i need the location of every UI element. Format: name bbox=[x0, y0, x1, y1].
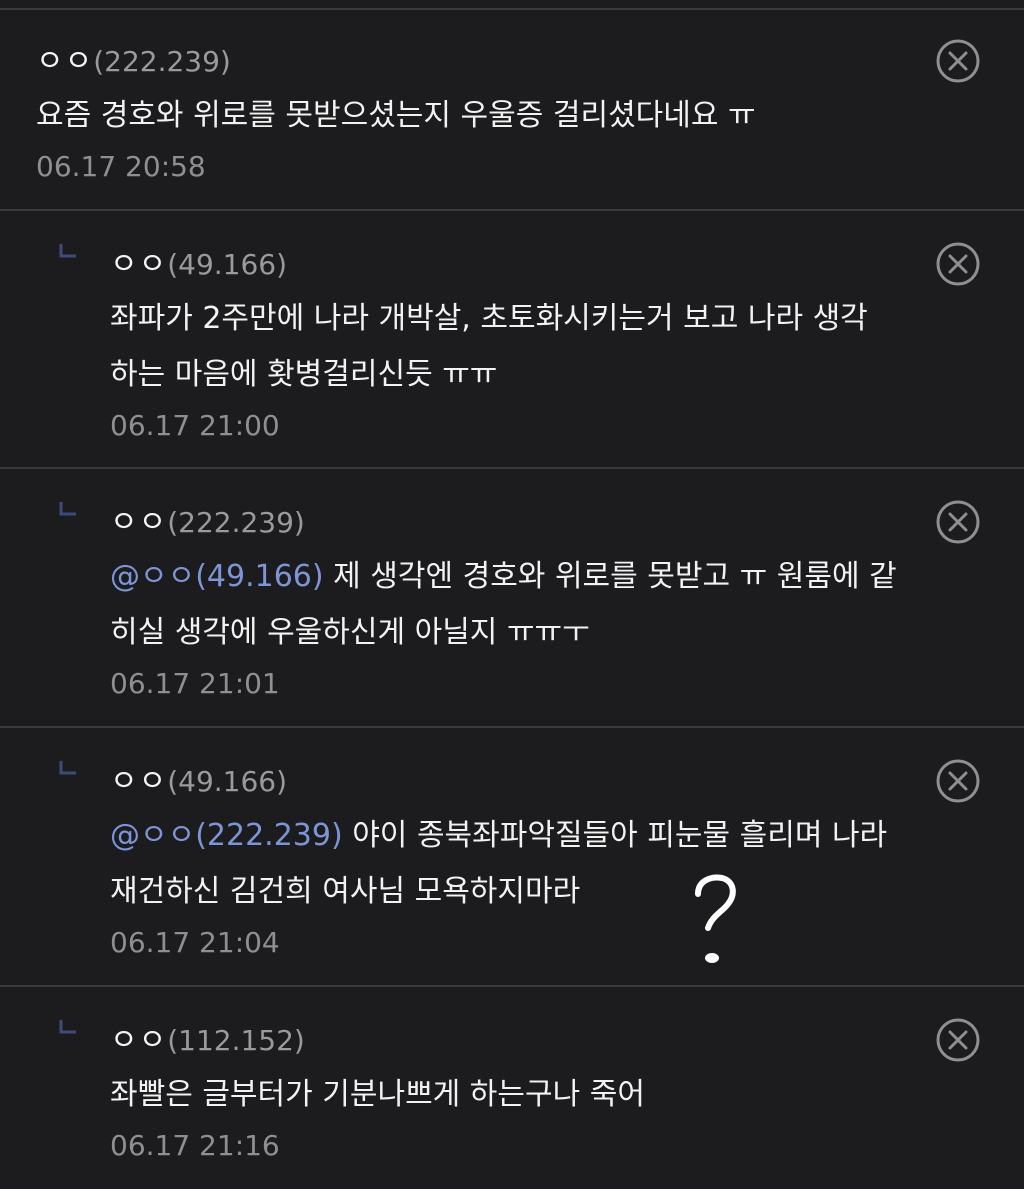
author-name: ㅇㅇ bbox=[36, 44, 94, 79]
delete-comment-button[interactable] bbox=[935, 38, 981, 84]
delete-comment-button[interactable] bbox=[935, 241, 981, 287]
comment-timestamp: 06.17 21:16 bbox=[110, 1129, 280, 1162]
reply-arrow-icon bbox=[59, 244, 76, 258]
comment-text-line-1: 요즘 경호와 위로를 못받으셨는지 우울증 걸리셨다네요 ㅠ bbox=[36, 98, 756, 133]
author-name: ㅇㅇ bbox=[110, 247, 168, 282]
mention-link[interactable]: @ㅇㅇ(49.166) bbox=[110, 559, 324, 594]
delete-comment-button[interactable] bbox=[935, 499, 981, 545]
comment-author: ㅇㅇ (222.239) bbox=[36, 36, 231, 80]
comment-reply-item: ㅇㅇ (222.239) @ㅇㅇ(49.166) 제 생각엔 경호와 위로를 못… bbox=[0, 469, 1024, 728]
close-circle-icon bbox=[936, 39, 980, 83]
comment-text-line-1: @ㅇㅇ(49.166) 제 생각엔 경호와 위로를 못받고 ㅠ 원룸에 같 bbox=[110, 549, 897, 605]
comment-timestamp: 06.17 21:04 bbox=[110, 926, 280, 959]
question-mark-scribble-icon bbox=[695, 874, 736, 963]
comment-text: 좌파가 2주만에 나라 개박살, 초토화시키는거 보고 나라 생각 하는 마음에… bbox=[110, 291, 868, 403]
author-name: ㅇㅇ bbox=[110, 505, 168, 540]
author-name: ㅇㅇ bbox=[110, 764, 168, 799]
close-circle-icon bbox=[936, 1018, 980, 1062]
comment-text: @ㅇㅇ(222.239) 야이 종북좌파악질들아 피눈물 흘리며 나라 재건하신… bbox=[110, 808, 887, 920]
comment-text-line-2: 히실 생각에 우울하신게 아닐지 ㅠㅠㅜ bbox=[110, 615, 590, 650]
reply-arrow-icon bbox=[59, 1020, 76, 1034]
author-name: ㅇㅇ bbox=[110, 1023, 168, 1058]
delete-comment-button[interactable] bbox=[935, 758, 981, 804]
comment-author: ㅇㅇ (49.166) bbox=[110, 756, 287, 800]
comment-item: ㅇㅇ (222.239) 요즘 경호와 위로를 못받으셨는지 우울증 걸리셨다네… bbox=[0, 10, 1024, 211]
author-ip: (112.152) bbox=[167, 1024, 305, 1057]
author-ip: (49.166) bbox=[167, 248, 288, 281]
comment-reply-item: ㅇㅇ (49.166) @ㅇㅇ(222.239) 야이 종북좌파악질들아 피눈물… bbox=[0, 728, 1024, 987]
author-ip: (222.239) bbox=[93, 45, 231, 78]
close-circle-icon bbox=[936, 500, 980, 544]
close-circle-icon bbox=[936, 242, 980, 286]
comment-text-line-1: 좌빨은 글부터가 기분나쁘게 하는구나 죽어 bbox=[110, 1077, 645, 1112]
comment-author: ㅇㅇ (222.239) bbox=[110, 497, 305, 541]
comment-text-line-1: 좌파가 2주만에 나라 개박살, 초토화시키는거 보고 나라 생각 bbox=[110, 301, 868, 336]
reply-arrow-icon bbox=[59, 761, 76, 775]
comment-reply-item: ㅇㅇ (49.166) 좌파가 2주만에 나라 개박살, 초토화시키는거 보고 … bbox=[0, 211, 1024, 469]
comment-text: @ㅇㅇ(49.166) 제 생각엔 경호와 위로를 못받고 ㅠ 원룸에 같 히실… bbox=[110, 549, 897, 661]
comment-text-line-2: 하는 마음에 홧병걸리신듯 ㅠㅠ bbox=[110, 357, 498, 392]
delete-comment-button[interactable] bbox=[935, 1017, 981, 1063]
comment-text-line-1: @ㅇㅇ(222.239) 야이 종북좌파악질들아 피눈물 흘리며 나라 bbox=[110, 808, 887, 864]
comment-timestamp: 06.17 20:58 bbox=[36, 150, 206, 183]
comment-reply-item: ㅇㅇ (112.152) 좌빨은 글부터가 기분나쁘게 하는구나 죽어 06.1… bbox=[0, 987, 1024, 1189]
comment-timestamp: 06.17 21:00 bbox=[110, 409, 280, 442]
comment-text-line-2: 재건하신 김건희 여사님 모욕하지마라 bbox=[110, 874, 581, 909]
comment-text: 요즘 경호와 위로를 못받으셨는지 우울증 걸리셨다네요 ㅠ bbox=[36, 88, 756, 144]
reply-arrow-icon bbox=[59, 502, 76, 516]
comment-author: ㅇㅇ (112.152) bbox=[110, 1015, 305, 1059]
comment-text-line-1-rest: 제 생각엔 경호와 위로를 못받고 ㅠ 원룸에 같 bbox=[323, 559, 897, 594]
author-ip: (222.239) bbox=[167, 506, 305, 539]
comment-text: 좌빨은 글부터가 기분나쁘게 하는구나 죽어 bbox=[110, 1067, 645, 1123]
comment-author: ㅇㅇ (49.166) bbox=[110, 239, 287, 283]
close-circle-icon bbox=[936, 759, 980, 803]
comment-timestamp: 06.17 21:01 bbox=[110, 667, 280, 700]
mention-link[interactable]: @ㅇㅇ(222.239) bbox=[110, 818, 343, 853]
comment-text-line-1-rest: 야이 종북좌파악질들아 피눈물 흘리며 나라 bbox=[342, 818, 888, 853]
author-ip: (49.166) bbox=[167, 765, 288, 798]
